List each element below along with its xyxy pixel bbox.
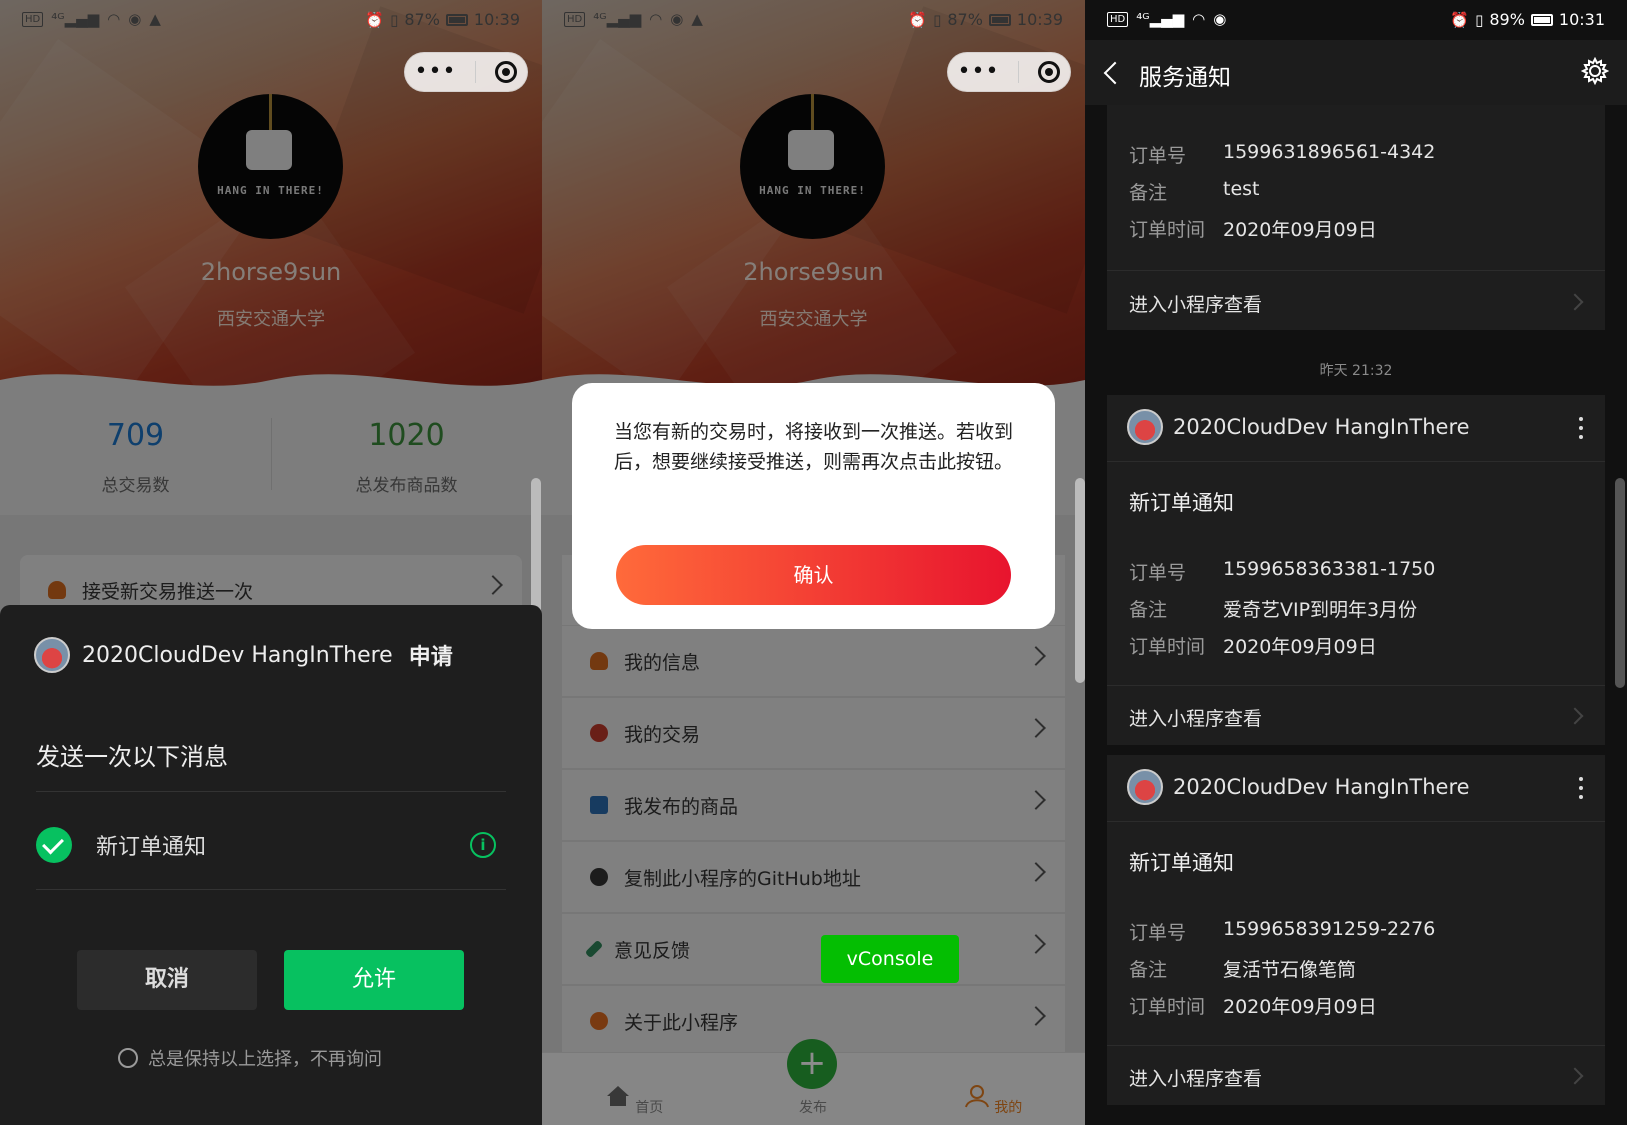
vconsole-button[interactable]: vConsole <box>821 935 959 983</box>
panel-permission: HANG IN THERE! 2horse9sun 西安交通大学 709 总交易… <box>0 0 542 1125</box>
radio-icon[interactable] <box>118 1048 138 1068</box>
always-keep-label: 总是保持以上选择，不再询问 <box>148 1049 382 1070</box>
always-keep-option[interactable]: 总是保持以上选择，不再询问 <box>118 1045 382 1071</box>
app-header[interactable]: 2020CloudDev HangInThere <box>1127 769 1470 805</box>
status-bar: HD ⁴ᴳ▂▄▆ ◠ ◉ ▲ ⏰ ▯ 87% 10:39 <box>542 0 1085 40</box>
more-vertical-icon[interactable] <box>1579 777 1583 804</box>
app-avatar <box>1127 409 1163 445</box>
more-icon[interactable]: ••• <box>958 61 1000 83</box>
timestamp: 昨天 21:32 <box>1319 363 1393 379</box>
app-avatar <box>34 637 70 673</box>
notification-title: 新订单通知 <box>1129 491 1234 515</box>
enter-miniprogram-link[interactable]: 进入小程序查看 <box>1129 704 1262 731</box>
allow-button[interactable]: 允许 <box>284 950 464 1010</box>
notification-card: 2020CloudDev HangInThere 新订单通知 订单号 159965… <box>1107 755 1605 1105</box>
more-icon[interactable]: ••• <box>415 61 457 83</box>
nav-bar: 服务通知 <box>1085 40 1627 105</box>
order-time-row: 订单时间 2020年09月09日 <box>1129 996 1377 1018</box>
chevron-right-icon <box>1566 293 1584 311</box>
notification-title: 新订单通知 <box>1129 851 1234 875</box>
scrollbar[interactable] <box>1075 478 1085 683</box>
status-bar: HD ⁴ᴳ▂▄▆ ◠ ◉ ⏰ ▯ 89% 10:31 <box>1085 0 1627 40</box>
subscription-item[interactable]: 新订单通知 i <box>36 820 506 870</box>
app-name: 2020CloudDev HangInThere <box>1173 415 1470 439</box>
enter-miniprogram-link[interactable]: 进入小程序查看 <box>1129 1064 1262 1091</box>
checkmark-icon[interactable] <box>36 827 72 863</box>
cancel-button[interactable]: 取消 <box>77 950 257 1010</box>
info-icon[interactable]: i <box>470 832 496 858</box>
status-bar: HD ⁴ᴳ▂▄▆ ◠ ◉ ▲ ⏰ ▯ 87% 10:39 <box>0 0 542 40</box>
scrollbar[interactable] <box>1615 478 1625 688</box>
close-miniprogram-icon[interactable] <box>495 61 518 83</box>
enter-miniprogram-link[interactable]: 进入小程序查看 <box>1129 290 1262 317</box>
app-avatar <box>1127 769 1163 805</box>
subscription-item-label: 新订单通知 <box>96 835 207 860</box>
confirm-button[interactable]: 确认 <box>616 545 1011 605</box>
notification-card: 2020CloudDev HangInThere 新订单通知 订单号 159965… <box>1107 395 1605 745</box>
gear-icon[interactable] <box>1581 57 1609 85</box>
capsule-menu[interactable]: ••• <box>947 52 1071 92</box>
confirm-modal: 当您有新的交易时，将接收到一次推送。若收到后，想要继续接受推送，则需再次点击此按… <box>572 383 1055 629</box>
order-time-row: 订单时间 2020年09月09日 <box>1129 636 1377 658</box>
order-no-row: 订单号 1599658391259-2276 <box>1129 918 1436 944</box>
note-row: 备注 test <box>1129 178 1260 204</box>
note-row: 备注 爱奇艺VIP到明年3月份 <box>1129 599 1418 621</box>
note-row: 备注 复活节石像笔筒 <box>1129 959 1357 981</box>
chevron-right-icon <box>1566 1067 1584 1085</box>
panel-confirm-modal: HANG IN THERE! 2horse9sun 西安交通大学 709 总交易… <box>542 0 1085 1125</box>
capsule-menu[interactable]: ••• <box>404 52 528 92</box>
apply-label: 申请 <box>408 645 453 670</box>
app-name: 2020CloudDev HangInThere <box>1173 775 1470 799</box>
chevron-right-icon <box>1566 707 1584 725</box>
modal-text: 当您有新的交易时，将接收到一次推送。若收到后，想要继续接受推送，则需再次点击此按… <box>613 421 1013 473</box>
close-miniprogram-icon[interactable] <box>1038 61 1061 83</box>
panel-service-notifications: HD ⁴ᴳ▂▄▆ ◠ ◉ ⏰ ▯ 89% 10:31 服务通知 订单号 15996318965… <box>1085 0 1627 1125</box>
permission-sheet: 2020CloudDev HangInThere 申请 发送一次以下消息 新订单… <box>0 605 542 1125</box>
back-icon[interactable] <box>1103 61 1127 85</box>
app-name: 2020CloudDev HangInThere <box>82 642 393 668</box>
sheet-header: 2020CloudDev HangInThere 申请 <box>34 637 453 673</box>
app-header[interactable]: 2020CloudDev HangInThere <box>1127 409 1470 445</box>
page-title: 服务通知 <box>1139 65 1231 91</box>
more-vertical-icon[interactable] <box>1579 417 1583 444</box>
notification-card: 订单号 1599631896561-4342 备注 test 订单时间 2020年09… <box>1107 105 1605 330</box>
order-time-row: 订单时间 2020年09月09日 <box>1129 219 1377 241</box>
sheet-message: 发送一次以下消息 <box>36 743 228 771</box>
order-no-row: 订单号 1599658363381-1750 <box>1129 558 1436 584</box>
order-no-row: 订单号 1599631896561-4342 <box>1129 141 1436 167</box>
